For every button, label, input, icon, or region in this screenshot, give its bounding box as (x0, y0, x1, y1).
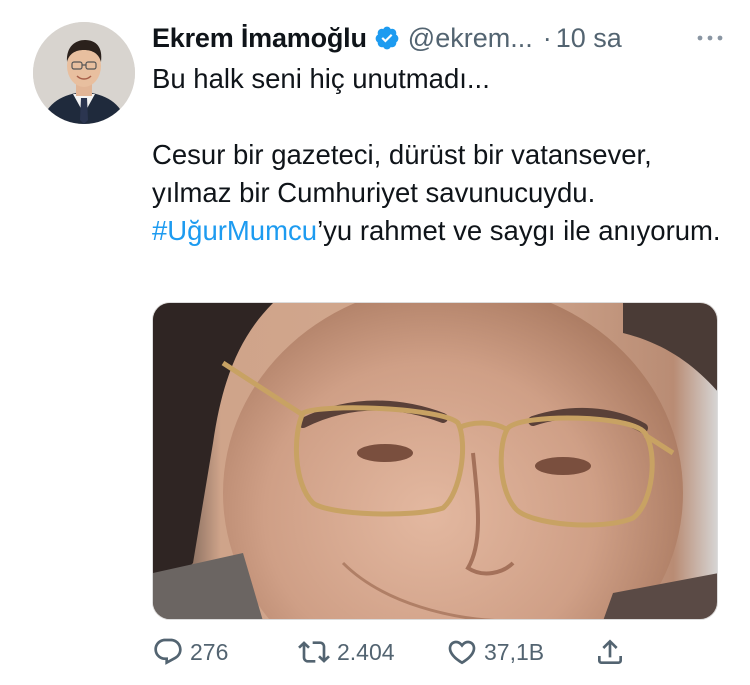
tweet-text: Bu halk seni hiç unutmadı... Cesur bir g… (152, 60, 722, 250)
reply-icon (152, 636, 184, 668)
more-options-icon[interactable] (692, 24, 728, 52)
author-name[interactable]: Ekrem İmamoğlu (152, 23, 367, 54)
share-icon (594, 636, 626, 668)
author-handle[interactable]: @ekrem... (408, 23, 533, 54)
reply-count: 276 (190, 638, 229, 665)
share-button[interactable] (594, 632, 626, 672)
tweet-text-line-1: Bu halk seni hiç unutmadı... (152, 63, 490, 94)
tweet-text-line-3-rest: ’yu rahmet ve saygı ile anıyorum. (317, 215, 721, 246)
retweet-icon (297, 636, 331, 668)
like-count: 37,1B (484, 638, 545, 665)
like-button[interactable]: 37,1B (446, 632, 544, 672)
tweet-text-line-2: Cesur bir gazeteci, dürüst bir vatanseve… (152, 139, 652, 208)
tweet[interactable]: Ekrem İmamoğlu @ekrem... · 10 sa Bu halk… (0, 0, 750, 685)
heart-icon (446, 636, 478, 668)
timestamp[interactable]: 10 sa (556, 23, 622, 54)
retweet-count: 2.404 (337, 638, 395, 665)
tweet-actions: 276 2.404 37,1B (152, 632, 652, 672)
hashtag-link[interactable]: #UğurMumcu (152, 215, 317, 246)
separator-dot: · (542, 22, 552, 53)
avatar[interactable] (33, 22, 135, 124)
tweet-header: Ekrem İmamoğlu @ekrem... · 10 sa (152, 18, 732, 58)
retweet-button[interactable]: 2.404 (297, 632, 395, 672)
tweet-text-line-3: #UğurMumcu’yu rahmet ve saygı ile anıyor… (152, 212, 722, 250)
reply-button[interactable]: 276 (152, 632, 228, 672)
tweet-photo[interactable] (152, 302, 718, 620)
verified-badge-icon (374, 25, 400, 51)
